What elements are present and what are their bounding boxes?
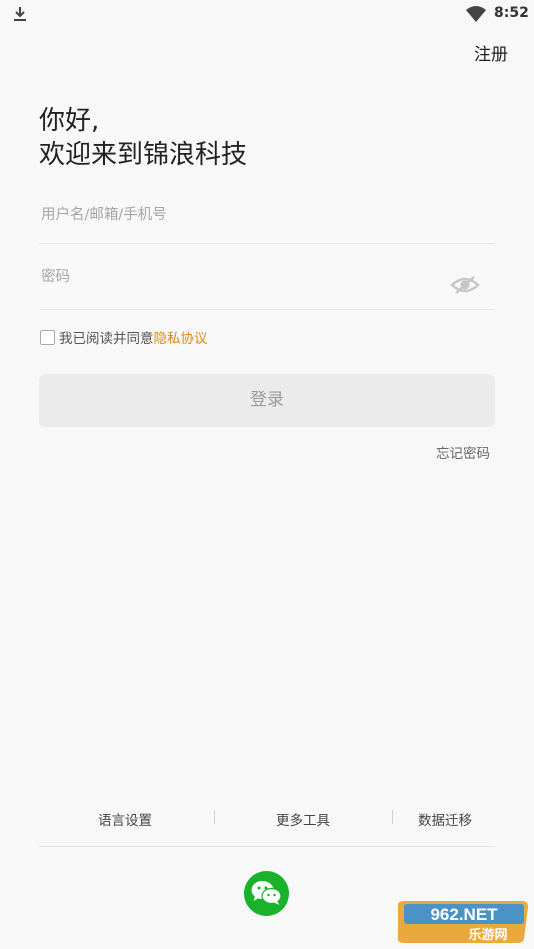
- wifi-icon: [466, 6, 486, 22]
- username-input[interactable]: [41, 205, 441, 225]
- status-time: 8:52: [494, 5, 529, 21]
- wechat-login-button[interactable]: [244, 871, 289, 916]
- download-icon: [14, 7, 26, 21]
- password-field: [39, 258, 494, 310]
- agreement-row: 我已阅读并同意 隐私协议: [40, 327, 208, 347]
- watermark-text-bottom: 乐游网: [468, 927, 507, 943]
- bottom-divider: [39, 846, 495, 847]
- language-settings-link[interactable]: 语言设置: [98, 809, 152, 829]
- watermark-text-top: 962.NET: [430, 905, 498, 924]
- login-button[interactable]: 登录: [39, 374, 495, 427]
- watermark-logo: 962.NET 乐游网: [397, 901, 528, 943]
- password-input[interactable]: [41, 267, 441, 287]
- toolbar-separator: [214, 810, 215, 824]
- greeting-line-1: 你好,: [39, 106, 100, 136]
- greeting-line-2: 欢迎来到锦浪科技: [39, 140, 248, 170]
- welcome-heading: 你好, 欢迎来到锦浪科技: [39, 104, 247, 172]
- register-link[interactable]: 注册: [474, 40, 508, 65]
- data-migration-link[interactable]: 数据迁移: [418, 809, 472, 829]
- more-tools-link[interactable]: 更多工具: [276, 809, 330, 829]
- username-field: [39, 196, 494, 244]
- eye-hidden-icon[interactable]: [450, 275, 480, 295]
- forgot-password-link[interactable]: 忘记密码: [436, 442, 490, 462]
- toolbar-separator: [392, 810, 393, 824]
- agree-text: 我已阅读并同意: [59, 331, 154, 347]
- privacy-policy-link[interactable]: 隐私协议: [154, 327, 208, 347]
- login-screen: 8:52 注册 你好, 欢迎来到锦浪科技 我已阅读并同意 隐私协议 登录 忘记密…: [0, 0, 534, 949]
- agree-checkbox[interactable]: [40, 329, 55, 345]
- wechat-icon: [251, 881, 282, 905]
- bottom-toolbar: 语言设置 更多工具 数据迁移: [39, 805, 495, 833]
- status-bar: 8:52: [0, 0, 534, 28]
